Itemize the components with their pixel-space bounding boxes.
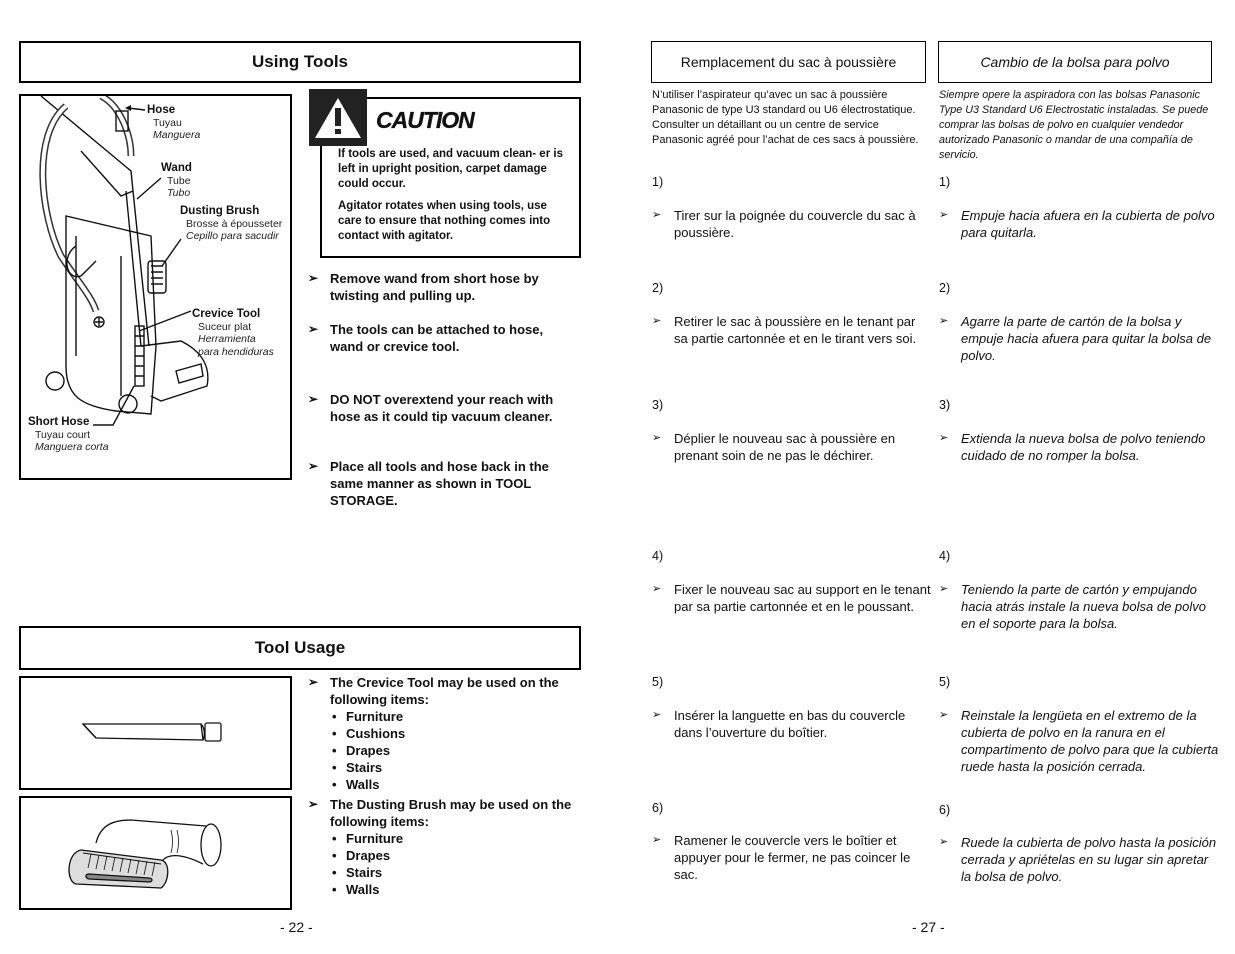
caution-paragraph-2: Agitator rotates when using tools, use c… (338, 200, 551, 242)
arrow-bullet-icon: ➢ (308, 797, 319, 811)
arrow-bullet-icon: ➢ (939, 432, 949, 444)
spanish-step-number: 2) (939, 281, 951, 295)
spanish-step-number: 4) (939, 549, 951, 563)
arrow-bullet-icon: ➢ (652, 209, 662, 221)
caution-title: CAUTION (376, 107, 475, 133)
french-step: ➢ Fixer le nouveau sac au support en le … (652, 582, 931, 614)
spanish-step-number: 6) (939, 803, 951, 817)
spanish-section-header: Cambio de la bolsa para polvo (938, 41, 1212, 83)
page-number-right: - 27 - (912, 919, 945, 935)
arrow-bullet-icon: ➢ (939, 315, 949, 327)
arrow-bullet-icon: ➢ (939, 836, 949, 848)
french-step: ➢ Déplier le nouveau sac à poussière en … (652, 431, 896, 463)
tool-usage-title: Tool Usage (254, 638, 346, 657)
arrow-bullet-icon: ➢ (939, 583, 949, 595)
warning-triangle-icon (309, 89, 367, 146)
spanish-step: ➢ Ruede la cubierta de polvo hasta la po… (939, 835, 1217, 884)
page-number-left: - 22 - (280, 919, 313, 935)
caution-paragraph-1: If tools are used, and vacuum clean- er … (338, 148, 563, 190)
list-item: Stairs (332, 864, 583, 881)
spanish-step-number: 3) (939, 398, 951, 412)
french-section-header: Remplacement du sac à poussière (651, 41, 926, 83)
french-step-number: 5) (652, 675, 664, 689)
arrow-bullet-icon: ➢ (939, 209, 949, 221)
arrow-bullet-icon: ➢ (652, 432, 662, 444)
arrow-bullet-icon: ➢ (308, 271, 319, 285)
using-tools-bullet: ➢ DO NOT overextend your reach with hose… (308, 392, 554, 424)
list-item: Furniture (332, 708, 583, 725)
callout-hose: Hose Tuyau Manguera (147, 104, 201, 141)
vacuum-tools-illustration: Hose Tuyau Manguera Wand Tube Tubo Dusti… (19, 94, 292, 480)
spanish-step-number: 5) (939, 675, 951, 689)
spanish-step: ➢ Agarre la parte de cartón de la bolsa … (939, 314, 1212, 363)
using-tools-bullet: ➢ Remove wand from short hose by twistin… (308, 271, 539, 303)
arrow-bullet-icon: ➢ (652, 583, 662, 595)
arrow-bullet-icon: ➢ (652, 834, 662, 846)
arrow-bullet-icon: ➢ (308, 459, 319, 473)
callout-dusting-brush: Dusting Brush Brosse à épousseter Cepill… (180, 205, 283, 242)
arrow-bullet-icon: ➢ (652, 709, 662, 721)
french-intro: N’utiliser l’aspirateur qu’avec un sac à… (652, 89, 919, 146)
spanish-step: ➢ Empuje hacia afuera en la cubierta de … (939, 208, 1215, 240)
using-tools-title: Using Tools (251, 52, 348, 71)
spanish-step: ➢ Teniendo la parte de cartón y empujand… (939, 582, 1206, 631)
crevice-tool-usage: ➢ The Crevice Tool may be used on the fo… (308, 674, 583, 793)
spanish-step-number: 1) (939, 175, 951, 189)
list-item: Drapes (332, 742, 583, 759)
callout-wand: Wand Tube Tubo (161, 162, 192, 199)
spanish-intro: Siempre opere la aspiradora con las bols… (939, 89, 1209, 161)
dusting-brush-image (19, 796, 292, 910)
using-tools-bullet: ➢ The tools can be attached to hose, wan… (308, 322, 544, 354)
dusting-brush-drawing (68, 819, 222, 889)
list-item: Cushions (332, 725, 583, 742)
crevice-items-list: Furniture Cushions Drapes Stairs Walls (330, 708, 583, 793)
french-step: ➢ Retirer le sac à poussière en le tenan… (652, 314, 917, 346)
spanish-section-title: Cambio de la bolsa para polvo (980, 54, 1170, 70)
callout-crevice-tool: Crevice Tool Suceur plat Herramienta par… (192, 308, 274, 358)
french-step: ➢ Ramener le couvercle vers le boîtier e… (652, 833, 911, 882)
french-step-number: 2) (652, 281, 664, 295)
arrow-bullet-icon: ➢ (308, 675, 319, 689)
tool-usage-header: Tool Usage (19, 626, 581, 670)
spanish-step: ➢ Reinstale la lengüeta en el extremo de… (939, 708, 1219, 774)
arrow-bullet-icon: ➢ (939, 709, 949, 721)
spanish-step: ➢ Extienda la nueva bolsa de polvo tenie… (939, 431, 1206, 463)
french-step-number: 3) (652, 398, 664, 412)
list-item: Furniture (332, 830, 583, 847)
callout-short-hose: Short Hose Tuyau court Manguera corta (28, 416, 109, 453)
list-item: Walls (332, 776, 583, 793)
list-item: Walls (332, 881, 583, 898)
arrow-bullet-icon: ➢ (308, 392, 319, 406)
crevice-tool-image (19, 676, 292, 790)
using-tools-bullet: ➢ Place all tools and hose back in the s… (308, 459, 549, 508)
dusting-brush-usage: ➢ The Dusting Brush may be used on the f… (308, 796, 583, 898)
french-step-number: 6) (652, 801, 664, 815)
french-step: ➢ Insérer la languette en bas du couverc… (652, 708, 906, 740)
french-step-number: 4) (652, 549, 664, 563)
french-step: ➢ Tirer sur la poignée du couvercle du s… (652, 208, 916, 240)
list-item: Stairs (332, 759, 583, 776)
french-section-title: Remplacement du sac à poussière (680, 54, 897, 70)
french-step-number: 1) (652, 175, 664, 189)
brush-items-list: Furniture Drapes Stairs Walls (330, 830, 583, 898)
using-tools-header: Using Tools (19, 41, 581, 83)
crevice-tool-drawing (81, 722, 222, 742)
arrow-bullet-icon: ➢ (308, 322, 319, 336)
arrow-bullet-icon: ➢ (652, 315, 662, 327)
list-item: Drapes (332, 847, 583, 864)
